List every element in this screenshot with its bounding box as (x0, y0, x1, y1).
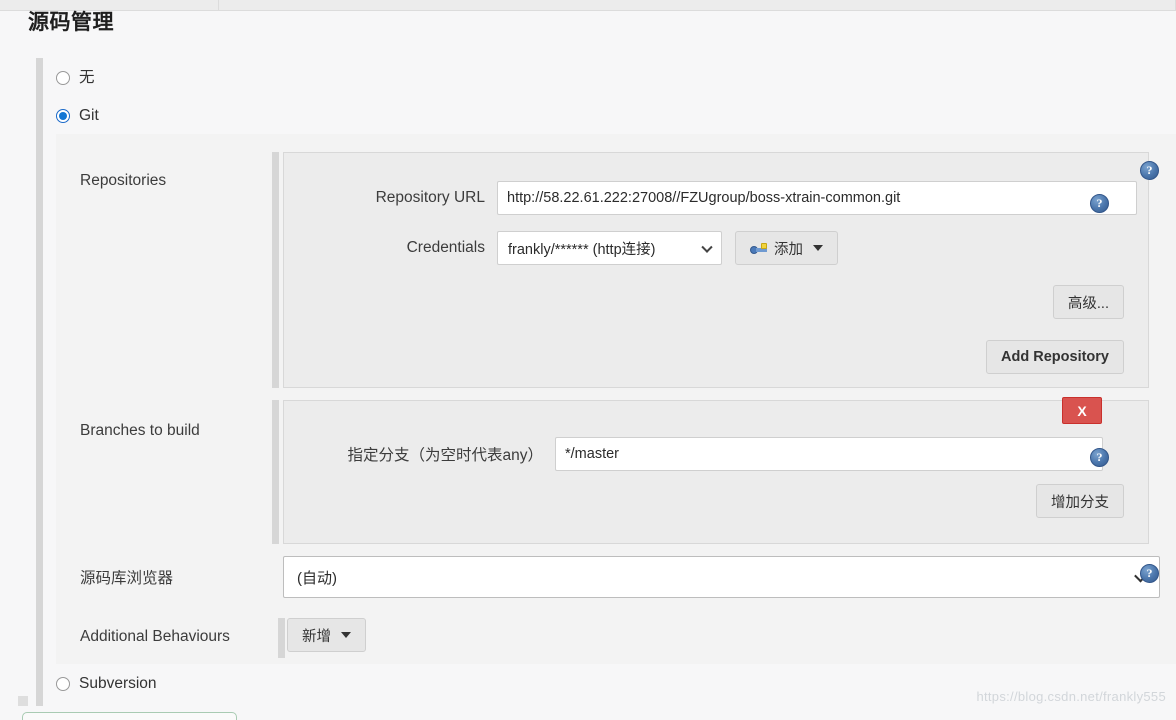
add-branch-button[interactable]: 增加分支 (1036, 484, 1124, 518)
credentials-label: Credentials (406, 239, 485, 256)
key-icon (750, 242, 767, 255)
help-icon-branches[interactable]: ? (1090, 448, 1109, 467)
additional-behaviours-row: Additional Behaviours 新增 (56, 614, 1176, 662)
bottom-strip (0, 696, 1176, 720)
repository-url-label: Repository URL (375, 189, 485, 206)
add-repository-button[interactable]: Add Repository (986, 340, 1124, 374)
scm-option-git-label: Git (79, 107, 99, 124)
branches-rail (272, 400, 279, 544)
scm-body: 无 Git Repositories Repository URL Creden… (22, 58, 1176, 706)
advanced-button-label: 高级... (1067, 295, 1109, 312)
tab-piece-right[interactable] (218, 0, 1176, 11)
add-repository-button-label: Add Repository (1001, 349, 1109, 365)
advanced-button[interactable]: 高级... (1052, 285, 1124, 319)
scm-config-page: 源码管理 无 Git Repositories Repository URL h… (0, 0, 1176, 720)
help-icon-repository-url[interactable]: ? (1090, 194, 1109, 213)
scm-option-subversion-label: Subversion (79, 675, 157, 692)
help-icon-repository-browser[interactable]: ? (1140, 564, 1159, 583)
additional-behaviours-label: Additional Behaviours (80, 628, 230, 645)
repositories-rail (272, 152, 279, 388)
section-rail (36, 58, 43, 706)
delete-branch-button[interactable]: X (1062, 397, 1102, 424)
caret-down-icon (341, 632, 351, 638)
add-credentials-label: 添加 (774, 241, 803, 258)
add-behaviour-button[interactable]: 新增 (287, 618, 366, 652)
repository-browser-value: (自动) (297, 569, 337, 587)
credentials-select[interactable]: frankly/****** (http连接) (497, 231, 722, 265)
branch-specifier-label: 指定分支（为空时代表any） (347, 447, 544, 464)
scm-option-none[interactable]: 无 (56, 70, 95, 86)
add-branch-button-label: 增加分支 (1051, 494, 1109, 511)
add-behaviour-label: 新增 (302, 628, 331, 645)
credentials-selected-value: frankly/****** (http连接) (508, 241, 656, 258)
branches-panel: X 指定分支（为空时代表any） 增加分支 (283, 397, 1149, 544)
radio-git-indicator[interactable] (56, 108, 70, 123)
repository-browser-row: 源码库浏览器 (自动) (56, 552, 1176, 602)
git-settings-block: Repositories Repository URL Credentials … (56, 134, 1176, 664)
radio-subversion-indicator[interactable] (56, 676, 70, 691)
repository-url-input[interactable] (497, 181, 1137, 215)
watermark: https://blog.csdn.net/frankly555 (976, 689, 1166, 704)
repository-url-field: Repository URL (325, 181, 1137, 215)
branch-specifier-field: 指定分支（为空时代表any） (325, 437, 1103, 471)
branch-specifier-input[interactable] (555, 437, 1103, 471)
scm-option-none-label: 无 (79, 69, 95, 86)
scm-option-subversion[interactable]: Subversion (56, 676, 157, 692)
add-credentials-button[interactable]: 添加 (735, 231, 838, 265)
caret-down-icon (813, 245, 823, 251)
branches-label: Branches to build (80, 422, 200, 439)
branches-row: Branches to build X 指定分支（为空时代表any） 增加分支 (56, 396, 1176, 544)
additional-behaviours-rail (278, 618, 285, 658)
repositories-label: Repositories (80, 172, 167, 189)
bottom-panel-artifact (22, 712, 237, 720)
radio-none-indicator[interactable] (56, 70, 70, 85)
tab-strip (0, 0, 1176, 11)
repositories-panel: Repository URL Credentials frankly/*****… (283, 152, 1149, 388)
page-title: 源码管理 (28, 11, 114, 34)
scm-option-git[interactable]: Git (56, 108, 99, 124)
help-icon-repositories[interactable]: ? (1140, 161, 1159, 180)
repositories-row: Repositories Repository URL Credentials … (56, 148, 1176, 388)
bottom-square-artifact (18, 696, 28, 706)
repository-browser-label: 源码库浏览器 (80, 570, 174, 587)
credentials-field: Credentials frankly/****** (http连接) 添加 (325, 231, 838, 265)
repository-browser-select[interactable]: (自动) (283, 556, 1160, 598)
chevron-down-icon (701, 241, 713, 253)
